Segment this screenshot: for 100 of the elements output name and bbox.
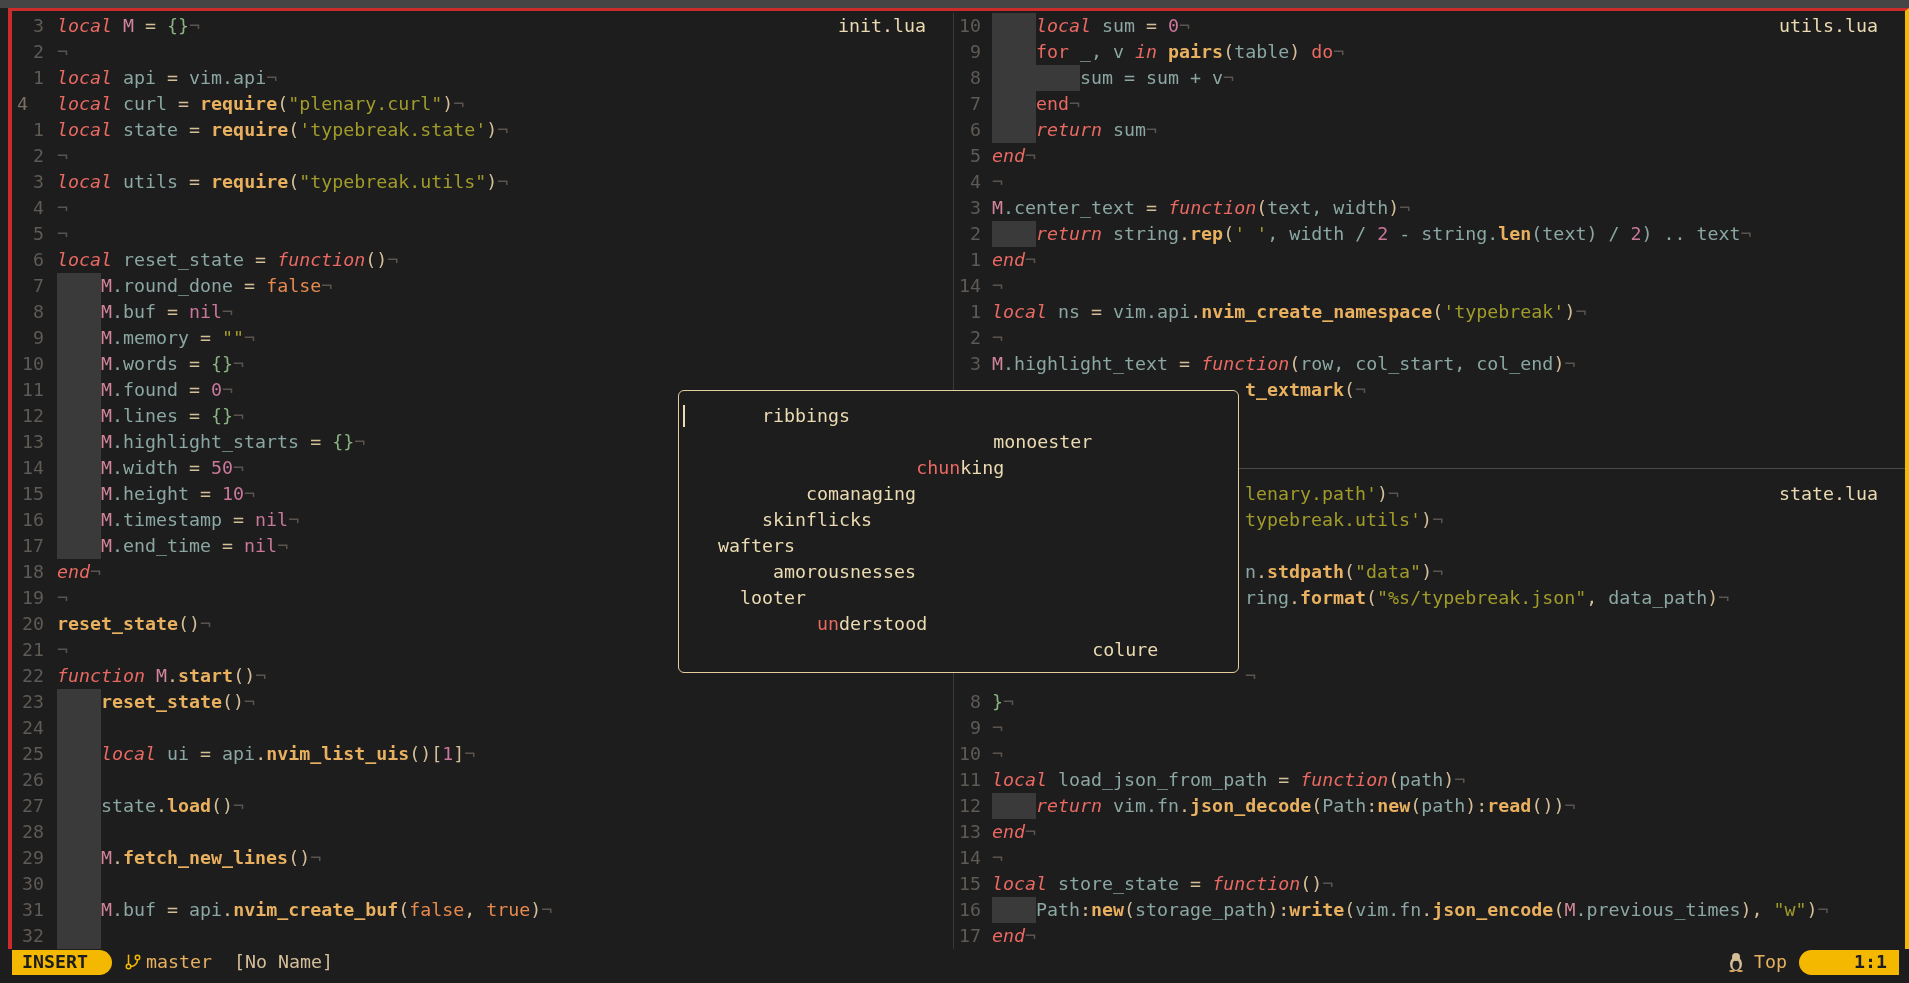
code-line: return sum¬	[1036, 118, 1158, 142]
line-number: 26	[22, 768, 44, 792]
line-number: 1	[33, 66, 44, 90]
falling-word: comanaging	[805, 482, 917, 506]
line-number: 3	[33, 170, 44, 194]
line-number: 9	[33, 326, 44, 350]
code-line: typebreak.utils')¬	[1245, 508, 1444, 532]
line-number: 21	[22, 638, 44, 662]
falling-word: skinflicks	[761, 508, 873, 532]
code-line: local M = {}¬	[57, 14, 201, 38]
code-line: return vim.fn.json_decode(Path:new(path):read())¬	[1036, 794, 1576, 818]
text-cursor	[683, 405, 685, 427]
code-line: M.found = 0¬	[101, 378, 234, 402]
line-number: 31	[22, 898, 44, 922]
line-number: 6	[33, 248, 44, 272]
line-number: 7	[970, 92, 981, 116]
line-number: 10	[959, 742, 981, 766]
code-line: t_extmark(¬	[1245, 378, 1367, 402]
code-line: local sum = 0¬	[1036, 14, 1191, 38]
code-line: ¬	[57, 638, 68, 662]
cursor-position: 1:1	[1799, 949, 1899, 975]
git-branch-icon	[124, 952, 142, 972]
file-name: [No Name]	[234, 950, 334, 974]
line-number: 3	[970, 352, 981, 376]
line-number: 8	[970, 690, 981, 714]
line-number: 32	[22, 924, 44, 948]
code-line: M.height = 10¬	[101, 482, 256, 506]
penguin-icon	[1727, 952, 1744, 972]
code-line: ¬	[992, 716, 1003, 740]
line-number: 10	[959, 14, 981, 38]
code-line: ¬	[57, 144, 68, 168]
falling-word: monoester	[992, 430, 1093, 454]
line-number: 30	[22, 872, 44, 896]
code-line: ring.format("%s/typebreak.json", data_path)¬	[1245, 586, 1730, 610]
code-line: M.timestamp = nil¬	[101, 508, 300, 532]
code-line: n.stdpath("data")¬	[1245, 560, 1444, 584]
mode-indicator: INSERT	[12, 949, 112, 975]
code-line: ¬	[57, 196, 68, 220]
code-line: local ns = vim.api.nvim_create_namespace('typebreak')¬	[992, 300, 1587, 324]
code-line: M.center_text = function(text, width)¬	[992, 196, 1411, 220]
line-number: 16	[22, 508, 44, 532]
line-number: 14	[959, 846, 981, 870]
file-title: utils.lua	[1778, 14, 1878, 38]
line-number: 28	[22, 820, 44, 844]
code-line: ¬	[992, 274, 1003, 298]
code-line: local state = require('typebreak.state')¬	[57, 118, 509, 142]
line-number: 2	[33, 40, 44, 64]
code-line: M.buf = api.nvim_create_buf(false, true)¬	[101, 898, 553, 922]
falling-word: amorousnesses	[772, 560, 917, 584]
line-number: 15	[959, 872, 981, 896]
code-line: sum = sum + v¬	[1080, 66, 1235, 90]
line-number: 4	[33, 196, 44, 220]
line-number: 2	[33, 144, 44, 168]
code-line: ¬	[992, 326, 1003, 350]
line-number: 3	[970, 196, 981, 220]
code-line: M.round_done = false¬	[101, 274, 333, 298]
line-number: 23	[22, 690, 44, 714]
line-number: 29	[22, 846, 44, 870]
code-line: reset_state()¬	[101, 690, 256, 714]
line-number: 22	[22, 664, 44, 688]
code-line: reset_state()¬	[57, 612, 212, 636]
falling-word: understood	[816, 612, 928, 636]
code-line: Path:new(storage_path):write(vim.fn.json_encode(M.previous_times), "w")¬	[1036, 898, 1829, 922]
line-number: 2	[970, 222, 981, 246]
code-line: local load_json_from_path = function(path)¬	[992, 768, 1466, 792]
code-line: local api = vim.api¬	[57, 66, 278, 90]
scroll-position: Top	[1753, 950, 1787, 974]
code-line: }¬	[992, 690, 1015, 714]
code-line: M.width = 50¬	[101, 456, 245, 480]
line-number: 3	[33, 14, 44, 38]
falling-word: colure	[1091, 638, 1159, 662]
line-number: 18	[22, 560, 44, 584]
code-line: local ui = api.nvim_list_uis()[1]¬	[101, 742, 476, 766]
code-line: end¬	[57, 560, 102, 584]
line-number: 4	[17, 92, 28, 116]
line-number: 11	[22, 378, 44, 402]
line-number: 8	[970, 66, 981, 90]
line-number: 13	[22, 430, 44, 454]
line-number: 19	[22, 586, 44, 610]
file-title: state.lua	[1778, 482, 1878, 506]
code-line: local store_state = function()¬	[992, 872, 1334, 896]
code-line: M.highlight_text = function(row, col_start, col_end)¬	[992, 352, 1576, 376]
code-line: ¬	[992, 170, 1003, 194]
code-line: ¬	[57, 222, 68, 246]
line-number: 4	[970, 170, 981, 194]
line-number: 14	[959, 274, 981, 298]
line-number: 5	[970, 144, 981, 168]
code-line: end¬	[992, 820, 1037, 844]
line-number: 25	[22, 742, 44, 766]
line-number: 17	[959, 924, 981, 948]
line-number: 5	[33, 222, 44, 246]
code-line: end¬	[1036, 92, 1081, 116]
line-number: 6	[970, 118, 981, 142]
falling-word: looter	[739, 586, 807, 610]
falling-word: chunking	[915, 456, 1005, 480]
file-title: init.lua	[837, 14, 926, 38]
line-number: 9	[970, 716, 981, 740]
branch-name: master	[146, 950, 213, 974]
code-line: state.load()¬	[101, 794, 245, 818]
line-number: 7	[33, 274, 44, 298]
